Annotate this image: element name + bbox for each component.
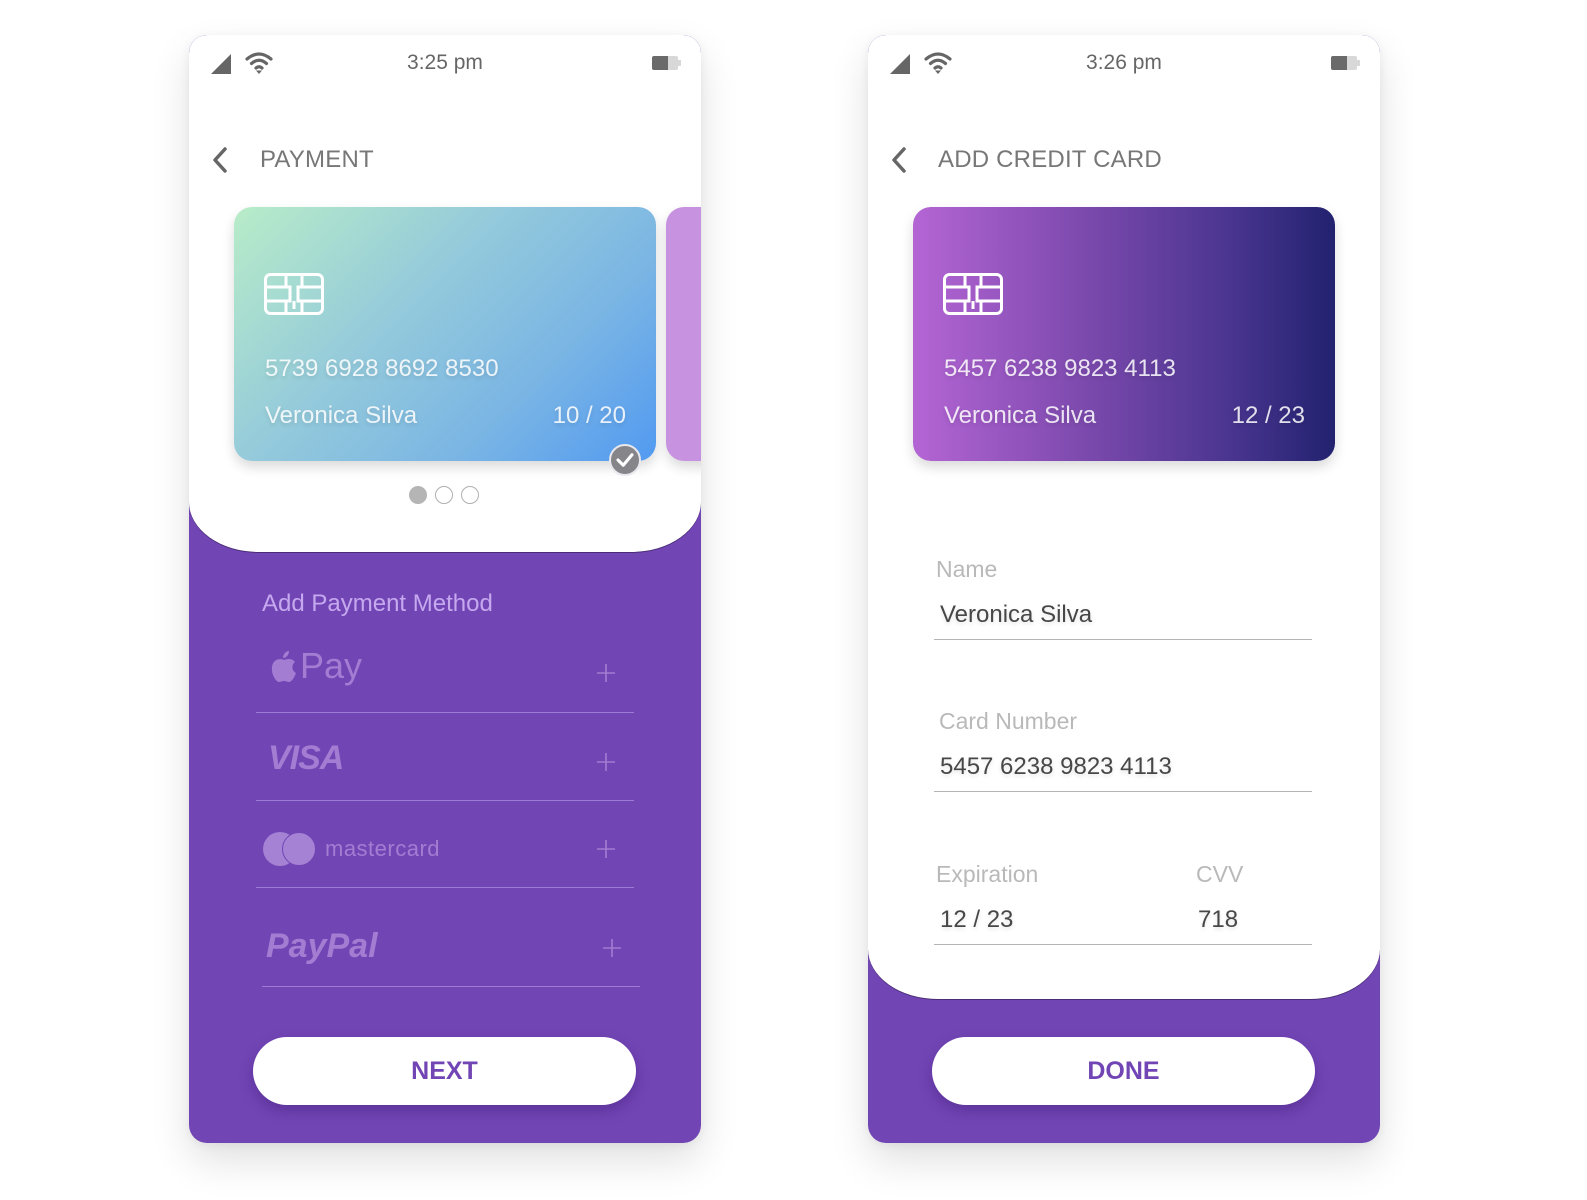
- plus-icon[interactable]: [596, 663, 616, 683]
- chip-icon: [943, 273, 1003, 315]
- payment-screen: 3:25 pm PAYMENT 5739 6928 8692 8530 Vero…: [189, 35, 701, 1143]
- method-row-applepay[interactable]: Pay: [256, 633, 634, 713]
- cvv-input[interactable]: [1198, 906, 1298, 934]
- battery-icon: [1331, 56, 1361, 72]
- card-pager: [409, 486, 489, 504]
- pager-dot-3[interactable]: [461, 486, 479, 504]
- check-circle-icon: [609, 444, 641, 476]
- card-number: 5739 6928 8692 8530: [265, 355, 499, 382]
- nav-header: PAYMENT: [189, 135, 701, 185]
- pager-dot-1[interactable]: [409, 486, 427, 504]
- card-number: 5457 6238 9823 4113: [944, 355, 1176, 382]
- apple-icon: [271, 651, 296, 682]
- method-row-mastercard[interactable]: mastercard: [256, 808, 634, 888]
- page-title: ADD CREDIT CARD: [938, 146, 1162, 173]
- card-holder: Veronica Silva: [265, 402, 418, 429]
- mastercard-logo: mastercard: [263, 832, 440, 866]
- cvv-label: CVV: [1196, 861, 1244, 887]
- top-sheet: 3:25 pm PAYMENT 5739 6928 8692 8530 Vero…: [189, 35, 701, 552]
- battery-icon: [652, 56, 682, 72]
- status-time: 3:26 pm: [1086, 51, 1162, 74]
- chevron-left-icon[interactable]: [209, 145, 231, 175]
- name-input[interactable]: [940, 601, 1280, 629]
- card-number-field: Card Number: [934, 708, 1312, 792]
- card-expiry: 10 / 20: [552, 402, 626, 429]
- chip-icon: [264, 273, 324, 315]
- status-bar: 3:25 pm: [189, 35, 701, 95]
- method-row-paypal[interactable]: PayPal: [262, 907, 640, 987]
- status-time: 3:25 pm: [407, 51, 483, 74]
- card-number-input[interactable]: [940, 753, 1280, 781]
- card-number-label: Card Number: [939, 708, 1078, 734]
- expiration-input[interactable]: [940, 906, 1140, 934]
- mastercard-circles-icon: [263, 832, 317, 866]
- plus-icon[interactable]: [596, 839, 616, 859]
- mastercard-label: mastercard: [325, 836, 441, 861]
- name-field: Name: [934, 556, 1312, 640]
- applepay-logo: Pay: [270, 645, 362, 687]
- paypal-logo: PayPal: [266, 927, 378, 965]
- chevron-left-icon[interactable]: [888, 145, 910, 175]
- card-expiry: 12 / 23: [1231, 402, 1305, 429]
- top-sheet: 3:26 pm ADD CREDIT CARD 5457 6238 9823 4…: [868, 35, 1380, 999]
- add-payment-method-title: Add Payment Method: [262, 590, 493, 617]
- nav-header: ADD CREDIT CARD: [868, 135, 1380, 185]
- applepay-label: Pay: [300, 645, 363, 686]
- method-row-visa[interactable]: VISA: [256, 721, 634, 801]
- card-holder: Veronica Silva: [944, 402, 1097, 429]
- next-button[interactable]: NEXT: [253, 1037, 636, 1105]
- credit-card-selected[interactable]: 5739 6928 8692 8530 Veronica Silva 10 / …: [234, 207, 656, 461]
- page-title: PAYMENT: [260, 146, 374, 173]
- plus-icon[interactable]: [602, 938, 622, 958]
- plus-icon[interactable]: [596, 752, 616, 772]
- credit-card-next[interactable]: [666, 207, 701, 461]
- expiration-cvv-field: Expiration CVV: [934, 861, 1312, 945]
- visa-logo: VISA: [268, 739, 344, 777]
- credit-card-preview: 5457 6238 9823 4113 Veronica Silva 12 / …: [913, 207, 1335, 461]
- done-button[interactable]: DONE: [932, 1037, 1315, 1105]
- expiration-label: Expiration: [936, 861, 1039, 887]
- add-credit-card-screen: 3:26 pm ADD CREDIT CARD 5457 6238 9823 4…: [868, 35, 1380, 1143]
- name-label: Name: [936, 556, 998, 582]
- status-bar: 3:26 pm: [868, 35, 1380, 95]
- pager-dot-2[interactable]: [435, 486, 453, 504]
